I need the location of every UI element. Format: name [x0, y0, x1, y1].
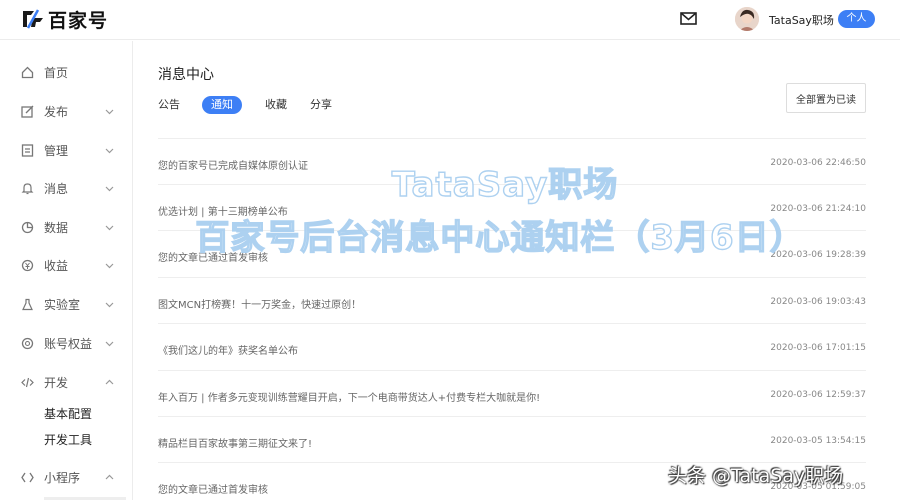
username[interactable]: TataSay职场	[769, 12, 834, 28]
tab-shares[interactable]: 分享	[310, 96, 332, 114]
sidebar-subitem-dev-tools[interactable]: 开发工具	[44, 431, 92, 448]
tab-notifications[interactable]: 通知	[202, 96, 242, 114]
sidebar-item-lab[interactable]: 实验室	[0, 289, 133, 319]
logo-text: 百家号	[48, 9, 109, 32]
chevron-down-icon	[105, 341, 114, 346]
mark-all-read-button[interactable]: 全部置为已读	[786, 83, 866, 113]
mail-icon[interactable]	[680, 12, 697, 25]
message-row[interactable]: 图文MCN打榜赛！十一万奖金，快速过原创！ 2020-03-06 19:03:43	[158, 277, 866, 323]
sidebar-item-label: 小程序	[44, 470, 81, 485]
sidebar-item-publish[interactable]: 发布	[0, 96, 133, 126]
shield-icon	[21, 337, 34, 349]
sidebar-item-label: 首页	[44, 65, 69, 80]
message-title[interactable]: 《我们这儿的年》获奖名单公布	[158, 342, 298, 357]
sidebar-item-data[interactable]: 数据	[0, 212, 133, 242]
chevron-down-icon	[105, 148, 114, 153]
pie-chart-icon	[21, 221, 34, 233]
sidebar-item-mini-program[interactable]: 小程序	[0, 462, 133, 492]
message-timestamp: 2020-03-06 19:03:43	[770, 297, 866, 307]
chevron-down-icon	[105, 263, 114, 268]
avatar-image-icon	[735, 7, 759, 31]
edit-icon	[21, 105, 34, 118]
mini-program-icon	[21, 472, 34, 482]
sidebar-item-manage[interactable]: 管理	[0, 135, 133, 165]
sidebar-item-label: 数据	[44, 220, 69, 235]
sidebar-item-label: 收益	[44, 258, 69, 273]
message-center: 消息中心 公告 通知 收藏 分享 全部置为已读 您的百家号已完成自媒体原创认证 2…	[133, 41, 900, 500]
tab-favorites[interactable]: 收藏	[265, 96, 287, 114]
bell-icon	[21, 182, 34, 194]
home-icon	[21, 66, 34, 78]
message-title[interactable]: 您的文章已通过首发审核	[158, 481, 268, 496]
chevron-up-icon	[105, 474, 114, 479]
avatar[interactable]	[735, 7, 759, 31]
document-icon	[21, 143, 34, 157]
message-timestamp: 2020-03-06 22:46:50	[770, 158, 866, 168]
message-row[interactable]: 《我们这儿的年》获奖名单公布 2020-03-06 17:01:15	[158, 323, 866, 369]
sidebar-item-label: 账号权益	[44, 336, 93, 351]
sidebar-item-label: 发布	[44, 104, 69, 119]
chevron-down-icon	[105, 186, 114, 191]
tab-announcements[interactable]: 公告	[158, 96, 180, 114]
chevron-down-icon	[105, 302, 114, 307]
sidebar-item-label: 开发	[44, 375, 69, 390]
message-row[interactable]: 年入百万 | 作者多元变现训练营耀目开启，下一个电商带货达人+付费专栏大咖就是你…	[158, 370, 866, 416]
top-header: 百家号 TataSay职场 个人	[0, 0, 900, 40]
sidebar-item-messages[interactable]: 消息	[0, 173, 133, 203]
message-title[interactable]: 精品栏目百家故事第三期征文来了!	[158, 435, 312, 450]
sidebar-item-label: 实验室	[44, 297, 81, 312]
overlay-title-line1: TataSay职场	[391, 164, 619, 205]
overlay-title-line2: 百家号后台消息中心通知栏（3月6日）	[195, 217, 805, 258]
sidebar-item-home[interactable]: 首页	[0, 57, 133, 87]
watermark: 头条 @TataSay职场	[668, 465, 844, 487]
flask-icon	[22, 298, 33, 310]
sidebar-item-account-rights[interactable]: 账号权益	[0, 328, 133, 358]
message-timestamp: 2020-03-05 13:54:15	[770, 436, 866, 446]
message-timestamp: 2020-03-06 17:01:15	[770, 343, 866, 353]
sidebar-item-label: 消息	[44, 181, 69, 196]
message-row[interactable]: 精品栏目百家故事第三期征文来了! 2020-03-05 13:54:15	[158, 416, 866, 462]
sidebar-item-earnings[interactable]: 收益	[0, 250, 133, 280]
chevron-down-icon	[105, 225, 114, 230]
sidebar-subitem-basic-config[interactable]: 基本配置	[44, 405, 92, 422]
coin-icon	[21, 259, 34, 271]
account-type-badge: 个人	[838, 10, 875, 28]
logo-mark-icon	[23, 9, 43, 29]
sidebar: 首页 发布 管理 消息 数据 收益 实验室 账号权益 开发 基本配置 开发工具 …	[0, 41, 133, 500]
page-title: 消息中心	[158, 67, 214, 83]
sidebar-item-develop[interactable]: 开发	[0, 367, 133, 397]
code-icon	[21, 377, 34, 387]
sidebar-item-label: 管理	[44, 143, 69, 158]
chevron-down-icon	[105, 109, 114, 114]
message-timestamp: 2020-03-06 12:59:37	[770, 390, 866, 400]
message-title[interactable]: 年入百万 | 作者多元变现训练营耀目开启，下一个电商带货达人+付费专栏大咖就是你…	[158, 389, 540, 404]
baijiahao-logo[interactable]: 百家号	[22, 7, 109, 32]
message-title[interactable]: 图文MCN打榜赛！十一万奖金，快速过原创！	[158, 296, 361, 311]
chevron-up-icon	[105, 379, 114, 384]
